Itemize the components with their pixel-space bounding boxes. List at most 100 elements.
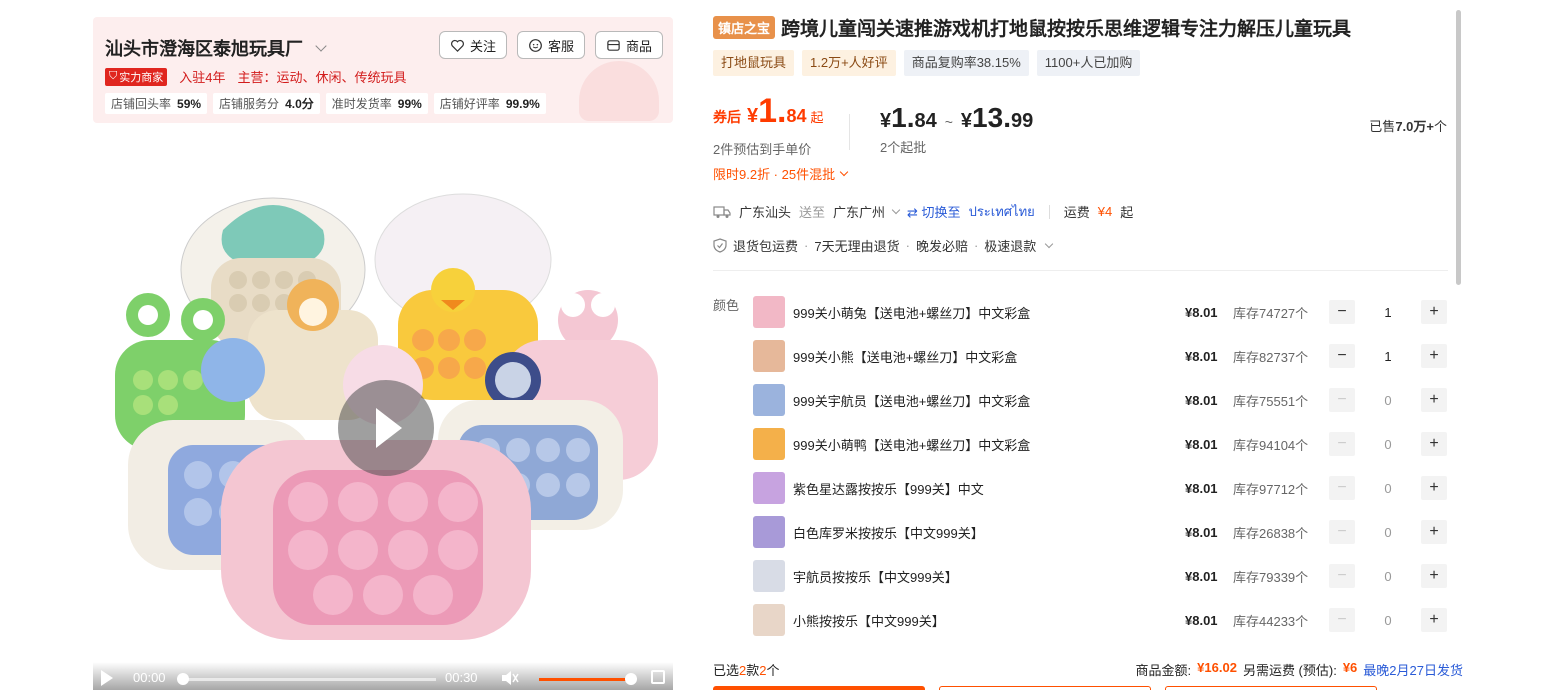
sample-button[interactable] — [1165, 686, 1377, 690]
separator-dot: · — [973, 238, 979, 253]
play-icon[interactable] — [101, 670, 113, 686]
chevron-down-icon[interactable] — [315, 40, 327, 52]
progress-knob[interactable] — [177, 673, 189, 685]
decrement-button[interactable]: − — [1329, 388, 1355, 412]
shop-name-row[interactable]: 汕头市澄海区泰旭玩具厂 — [105, 35, 327, 61]
sku-stock: 库存82737个 — [1233, 349, 1309, 365]
increment-button[interactable]: + — [1421, 608, 1447, 632]
service-item: 晚发必赔 — [915, 239, 968, 254]
extra-freight-label: 另需运费 (预估): — [1242, 663, 1337, 678]
quantity-value[interactable]: 0 — [1355, 393, 1421, 408]
amount-label: 商品金额: — [1135, 663, 1192, 678]
play-button[interactable] — [338, 380, 434, 476]
sku-thumbnail[interactable] — [753, 472, 785, 504]
product-video[interactable]: 00:00 00:30 — [93, 140, 673, 690]
sku-thumbnail[interactable] — [753, 340, 785, 372]
sku-stock: 库存94104个 — [1233, 437, 1309, 453]
speaker-icon[interactable] — [501, 670, 519, 686]
switch-region-label[interactable]: ⇄ 切换至 — [907, 202, 961, 221]
customer-service-button[interactable]: 客服 — [516, 31, 585, 59]
sold-suffix: 个 — [1433, 119, 1447, 134]
chevron-down-icon[interactable] — [1045, 239, 1054, 248]
shop-stats: 店铺回头率 59% 店铺服务分 4.0分 准时发货率 99% 店铺好评率 99.9% — [105, 93, 546, 114]
freight-label: 运费 — [1063, 205, 1090, 220]
sku-thumbnail[interactable] — [753, 384, 785, 416]
treasure-badge: 镇店之宝 — [713, 16, 776, 39]
sku-stock: 库存97712个 — [1233, 481, 1309, 497]
increment-button[interactable]: + — [1421, 520, 1447, 544]
shop-name[interactable]: 汕头市澄海区泰旭玩具厂 — [105, 35, 303, 61]
stat-positive-rate: 店铺好评率 99.9% — [433, 93, 546, 114]
sku-thumbnail[interactable] — [753, 296, 785, 328]
sold-prefix: 已售 — [1369, 119, 1396, 134]
increment-button[interactable]: + — [1421, 388, 1447, 412]
volume-knob[interactable] — [625, 673, 637, 685]
order-summary: 已选2款2个 商品金额: ¥16.02 另需运费 (预估): ¥6 最晚2月27… — [713, 658, 1463, 678]
sku-thumbnail[interactable] — [753, 516, 785, 548]
range-high-int: 13. — [972, 102, 1011, 133]
quantity-stepper: − 1 + — [1329, 344, 1447, 368]
quantity-value[interactable]: 0 — [1355, 569, 1421, 584]
decrement-button[interactable]: − — [1329, 344, 1355, 368]
scrollbar[interactable] — [1456, 10, 1461, 285]
quantity-value[interactable]: 0 — [1355, 525, 1421, 540]
quantity-value[interactable]: 0 — [1355, 481, 1421, 496]
decrement-button[interactable]: − — [1329, 432, 1355, 456]
store-icon — [607, 39, 620, 51]
promo-dropdown[interactable]: 限时9.2折 · 25件混批 — [713, 164, 849, 183]
increment-button[interactable]: + — [1421, 564, 1447, 588]
stat-ontime-ship: 准时发货率 99% — [325, 93, 428, 114]
coupon-price-dec: 84 — [786, 106, 807, 126]
increment-button[interactable]: + — [1421, 476, 1447, 500]
decrement-button[interactable]: − — [1329, 520, 1355, 544]
sku-thumbnail[interactable] — [753, 428, 785, 460]
stat-label: 准时发货率 — [331, 97, 392, 111]
decrement-button[interactable]: − — [1329, 564, 1355, 588]
tag-category[interactable]: 打地鼠玩具 — [713, 50, 795, 76]
ship-to[interactable]: 广东广州 — [833, 202, 885, 221]
quantity-value[interactable]: 0 — [1355, 437, 1421, 452]
volume-track[interactable] — [539, 678, 631, 681]
order-button[interactable] — [713, 686, 925, 690]
quantity-stepper: − 0 + — [1329, 476, 1447, 500]
fullscreen-icon[interactable] — [651, 670, 665, 684]
shop-card: 汕头市澄海区泰旭玩具厂 关注 客服 商品 ⛉ 实力商家 入驻4年 主营：运动、休… — [93, 17, 673, 123]
freight-suffix: 起 — [1120, 205, 1134, 220]
sku-name: 白色库罗米按按乐【中文999关】 — [793, 525, 984, 541]
shop-goods-button[interactable]: 商品 — [594, 31, 663, 59]
tag-reviews[interactable]: 1.2万+人好评 — [802, 50, 896, 76]
strength-badge-label: 实力商家 — [119, 71, 164, 84]
increment-button[interactable]: + — [1421, 432, 1447, 456]
add-cart-button[interactable] — [939, 686, 1151, 690]
progress-track[interactable] — [181, 678, 436, 681]
sku-list: 999关小萌兔【送电池+螺丝刀】中文彩盒 ¥8.01 库存74727个 − 1 … — [753, 290, 1453, 642]
sku-thumbnail[interactable] — [753, 604, 785, 636]
separator-dot: · — [905, 238, 910, 253]
stat-value: 4.0分 — [285, 97, 314, 111]
settled-years: 入驻4年 — [179, 70, 226, 85]
sku-row: 小熊按按乐【中文999关】 ¥8.01 库存44233个 − 0 + — [753, 598, 1453, 642]
increment-button[interactable]: + — [1421, 300, 1447, 324]
sku-thumbnail[interactable] — [753, 560, 785, 592]
quantity-value[interactable]: 1 — [1355, 305, 1421, 320]
stat-service-score: 店铺服务分 4.0分 — [213, 93, 320, 114]
sku-name: 999关小萌兔【送电池+螺丝刀】中文彩盒 — [793, 305, 1031, 321]
selected-count: 2 — [759, 663, 767, 678]
ship-date[interactable]: 最晚2月27日发货 — [1363, 660, 1463, 679]
increment-button[interactable]: + — [1421, 344, 1447, 368]
chevron-down-icon[interactable] — [891, 205, 901, 214]
decrement-button[interactable]: − — [1329, 300, 1355, 324]
decrement-button[interactable]: − — [1329, 608, 1355, 632]
service-guarantees[interactable]: 退货包运费 · 7天无理由退货 · 晚发必赔 · 极速退款 — [713, 236, 1054, 255]
quantity-value[interactable]: 0 — [1355, 613, 1421, 628]
decrement-button[interactable]: − — [1329, 476, 1355, 500]
stat-repurchase: 店铺回头率 59% — [105, 93, 208, 114]
stat-value: 59% — [177, 97, 202, 111]
sku-price: ¥8.01 — [1185, 612, 1218, 628]
selected-suffix: 个 — [766, 663, 780, 678]
heart-plus-icon — [451, 39, 464, 52]
price-area: 券后 ¥ 1. 84 起 2件预估到手单价 限时9.2折 · 25件混批 ¥ 1… — [713, 92, 1453, 188]
follow-button[interactable]: 关注 — [438, 31, 507, 59]
switch-region-target[interactable]: ประเทศไทย — [969, 201, 1035, 222]
quantity-value[interactable]: 1 — [1355, 349, 1421, 364]
